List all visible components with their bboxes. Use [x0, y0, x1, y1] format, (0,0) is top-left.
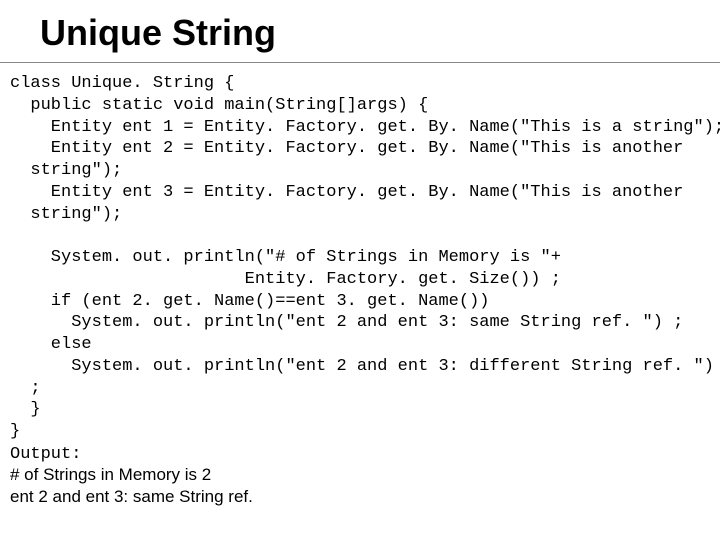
title-underline	[0, 62, 720, 63]
output-line-1: # of Strings in Memory is 2	[10, 464, 720, 486]
slide: Unique String class Unique. String { pub…	[0, 0, 720, 540]
output-line-2: ent 2 and ent 3: same String ref.	[10, 486, 720, 508]
output-label: Output:	[10, 445, 720, 464]
slide-title: Unique String	[40, 12, 720, 54]
code-block: class Unique. String { public static voi…	[10, 73, 720, 443]
